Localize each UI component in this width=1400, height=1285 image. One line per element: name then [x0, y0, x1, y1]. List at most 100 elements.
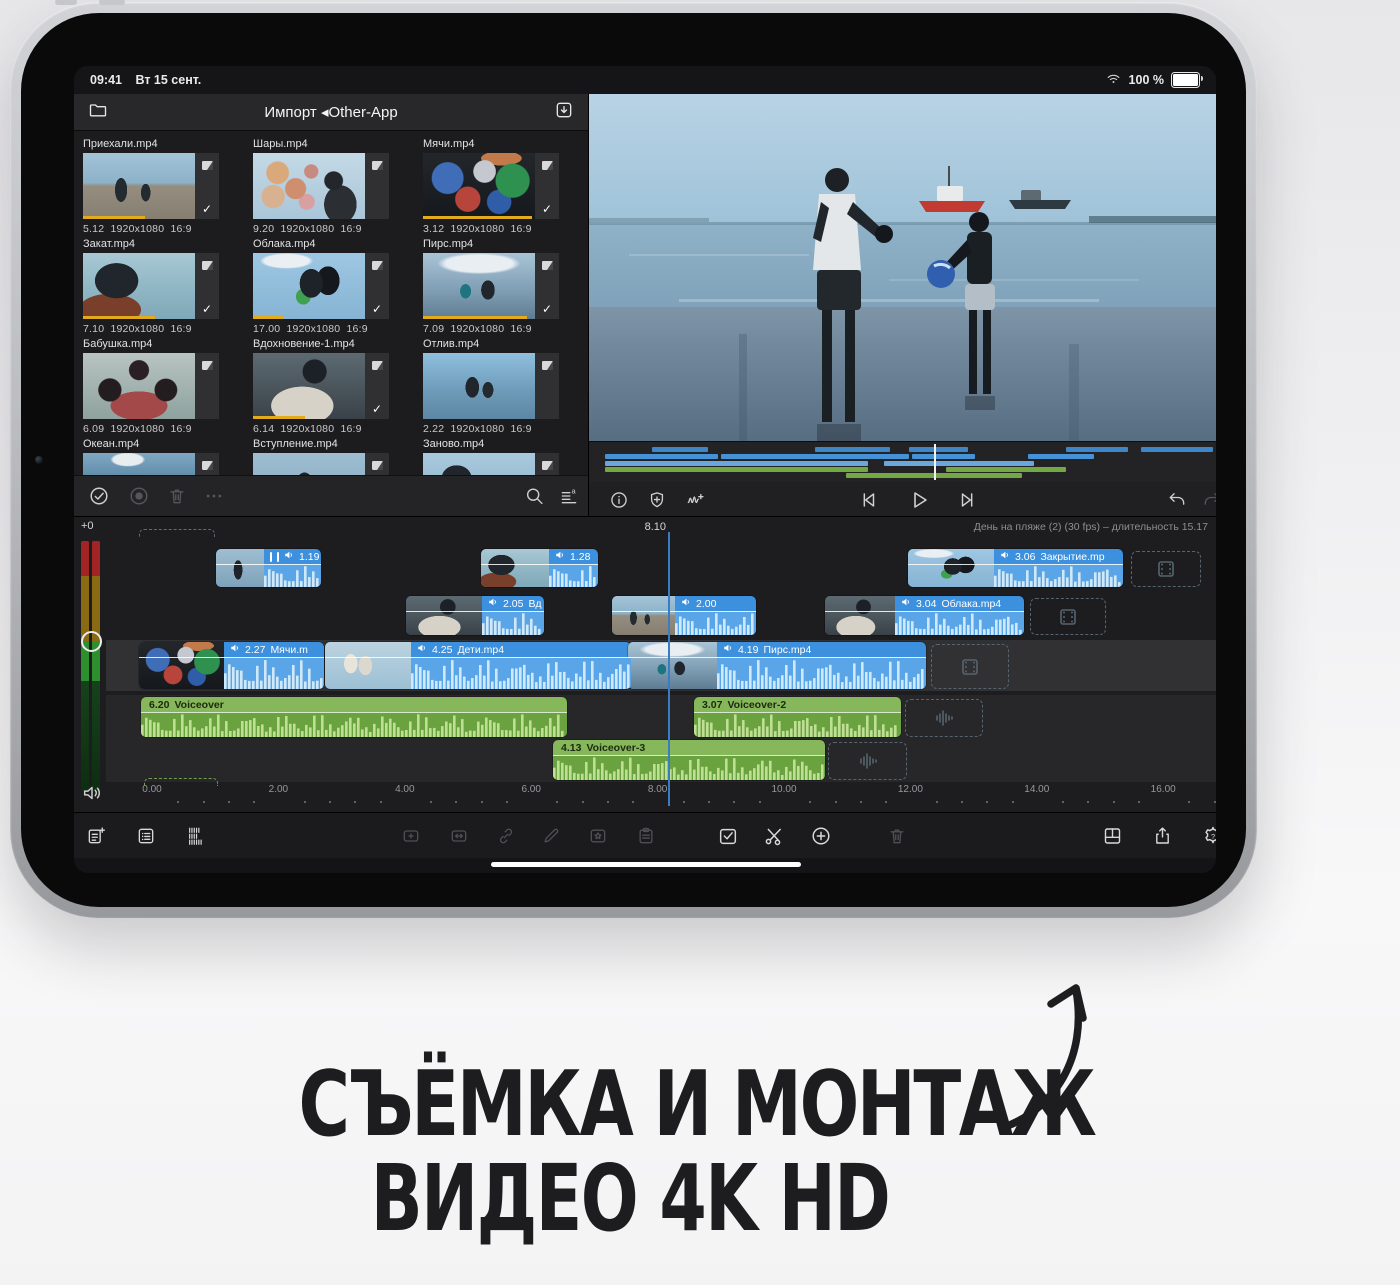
- audio-meter-right: [92, 541, 100, 791]
- track-sizes-button[interactable]: [186, 825, 208, 847]
- media-thumbnail[interactable]: [253, 453, 365, 476]
- ruler-tick: [607, 801, 609, 803]
- ruler-tick: [733, 801, 735, 803]
- select-button[interactable]: [717, 825, 739, 847]
- media-item[interactable]: Пирс.mp4 ✓7.09 1920x1080 16:9: [423, 238, 588, 338]
- clip-details-button[interactable]: [136, 826, 156, 846]
- overview-playhead[interactable]: [934, 444, 937, 480]
- media-thumbnail[interactable]: [83, 253, 195, 319]
- audio-placeholder[interactable]: [905, 699, 983, 737]
- ruler-tick: [1214, 801, 1216, 803]
- timeline-clip[interactable]: 4.19Пирс.mp4: [628, 642, 926, 689]
- media-thumbnail[interactable]: [423, 353, 535, 419]
- media-meta: 9.20 1920x1080 16:9: [253, 223, 423, 235]
- status-bar: 09:41 Вт 15 сент. 100 %: [74, 66, 1216, 94]
- clip-label: 3.06Закрытие.mp: [908, 549, 1123, 565]
- video-placeholder[interactable]: [1030, 598, 1106, 635]
- timeline-clip[interactable]: 2.05Вд: [406, 596, 544, 635]
- split-button[interactable]: [763, 825, 785, 847]
- ruler-label: 16.00: [1151, 784, 1176, 795]
- import-title: Импорт ◂Other-App: [74, 103, 588, 121]
- ruler-tick: [708, 801, 710, 803]
- volume-down-button[interactable]: [99, 0, 125, 5]
- preview-video[interactable]: [589, 94, 1216, 441]
- add-media-button[interactable]: [86, 826, 106, 846]
- media-meta: 2.22 1920x1080 16:9: [423, 423, 588, 435]
- audio-placeholder[interactable]: [828, 742, 907, 780]
- timeline-clip[interactable]: 6.20Voiceover: [141, 697, 567, 737]
- media-item[interactable]: Океан.mp4: [83, 438, 253, 476]
- download-icon[interactable]: [554, 100, 574, 125]
- clip-waveform: [694, 712, 901, 737]
- timeline-clip[interactable]: 3.06Закрытие.mp: [908, 549, 1123, 587]
- import-source[interactable]: ◂Other-App: [321, 104, 398, 121]
- media-item[interactable]: Отлив.mp4 2.22 1920x1080 16:9: [423, 338, 588, 438]
- speaker-icon[interactable]: [81, 782, 103, 804]
- timeline-clip[interactable]: 1.28: [481, 549, 598, 587]
- timeline-playhead[interactable]: [668, 532, 670, 806]
- timeline-clip[interactable]: 4.13Voiceover-3: [553, 740, 825, 780]
- settings-button[interactable]: ?: [1202, 825, 1216, 847]
- media-item[interactable]: Шары.mp4 9.20 1920x1080 16:9: [253, 138, 423, 238]
- media-item[interactable]: Заново.mp4: [423, 438, 588, 476]
- home-indicator[interactable]: [491, 862, 801, 867]
- timeline-clip[interactable]: 4.25Дети.mp4: [325, 642, 631, 689]
- media-thumbnail[interactable]: [423, 253, 535, 319]
- info-icon[interactable]: [609, 490, 629, 510]
- video-placeholder[interactable]: [931, 644, 1009, 689]
- media-thumbnail[interactable]: [83, 453, 195, 476]
- add-button[interactable]: [810, 825, 832, 847]
- timeline-clip[interactable]: 3.07Voiceover-2: [694, 697, 901, 737]
- video-placeholder[interactable]: [1131, 551, 1201, 587]
- skip-forward-icon[interactable]: [957, 489, 979, 511]
- media-meta: 17.00 1920x1080 16:9: [253, 323, 423, 335]
- audio-add-icon[interactable]: [685, 490, 705, 510]
- media-thumbnail[interactable]: [83, 153, 195, 219]
- play-icon[interactable]: [907, 488, 931, 512]
- ruler-label: 6.00: [521, 784, 540, 795]
- media-name: Отлив.mp4: [423, 338, 573, 350]
- media-thumbnail[interactable]: [253, 253, 365, 319]
- media-name: Шары.mp4: [253, 138, 403, 150]
- sort-icon[interactable]: a: [559, 486, 579, 506]
- gain-knob[interactable]: [81, 631, 102, 652]
- media-item[interactable]: Вступление.mp4: [253, 438, 423, 476]
- film-icon: [542, 357, 553, 375]
- clipboard-button: [636, 826, 656, 846]
- media-thumbnail[interactable]: [253, 353, 365, 419]
- media-item[interactable]: Бабушка.mp4 6.09 1920x1080 16:9: [83, 338, 253, 438]
- timeline-clip[interactable]: 2.27Мячи.m: [139, 642, 324, 689]
- usage-bar: [253, 416, 305, 419]
- media-thumbnail[interactable]: [423, 153, 535, 219]
- folder-icon[interactable]: [88, 100, 108, 125]
- share-button[interactable]: [1152, 825, 1173, 846]
- media-thumbnail[interactable]: [423, 453, 535, 476]
- skip-back-icon[interactable]: [857, 489, 879, 511]
- media-item[interactable]: Вдохновение-1.mp4 ✓6.14 1920x1080 16:9: [253, 338, 423, 438]
- search-icon[interactable]: [524, 486, 545, 507]
- media-item[interactable]: Облака.mp4 ✓17.00 1920x1080 16:9: [253, 238, 423, 338]
- overview-bar: [652, 447, 708, 452]
- film-icon: [372, 357, 383, 375]
- clip-label: 1.28: [481, 549, 598, 565]
- timeline-clip[interactable]: 3.04Облака.mp4: [825, 596, 1024, 635]
- undo-icon[interactable]: [1167, 490, 1187, 510]
- marker-add-icon[interactable]: [647, 490, 667, 510]
- timeline-clip[interactable]: 1.19Всту: [216, 549, 321, 587]
- clip-waveform: [675, 611, 756, 635]
- media-item[interactable]: Приехали.mp4 ✓5.12 1920x1080 16:9: [83, 138, 253, 238]
- timeline-overview[interactable]: [589, 441, 1216, 482]
- layout-button[interactable]: [1102, 825, 1123, 846]
- screen: 09:41 Вт 15 сент. 100 % Импо: [74, 66, 1216, 873]
- media-gutter: [535, 453, 559, 476]
- overview-bar: [605, 461, 868, 466]
- timeline-clip[interactable]: 2.00: [612, 596, 756, 635]
- media-item[interactable]: Мячи.mp4 ✓3.12 1920x1080 16:9: [423, 138, 588, 238]
- media-meta: 5.12 1920x1080 16:9: [83, 223, 253, 235]
- media-item[interactable]: Закат.mp4 ✓7.10 1920x1080 16:9: [83, 238, 253, 338]
- overview-bar: [1066, 447, 1129, 452]
- media-thumbnail[interactable]: [83, 353, 195, 419]
- select-all-icon[interactable]: [88, 485, 110, 507]
- volume-up-button[interactable]: [55, 0, 77, 5]
- media-thumbnail[interactable]: [253, 153, 365, 219]
